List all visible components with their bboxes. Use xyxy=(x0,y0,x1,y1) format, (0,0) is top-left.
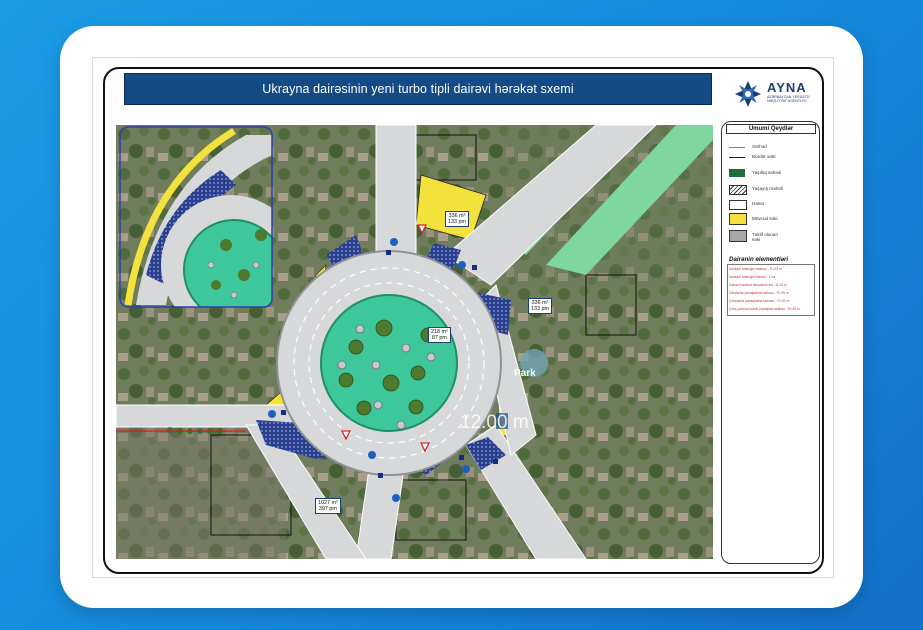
legend-label: Hasar xyxy=(752,201,765,206)
legend-label: Bordür xətti xyxy=(752,154,776,159)
legend-label: Yaşayış məhəli xyxy=(752,186,783,191)
drawing-title: Ukrayna dairəsinin yeni turbo tipli dair… xyxy=(124,73,712,105)
legend-label: Sərhəd xyxy=(752,144,767,149)
legend-swatch-curb xyxy=(729,157,745,158)
area-label-center: 218 m² 87 pm xyxy=(428,327,451,343)
logo-subtitle: AZƏRBAYCAN YERÜSTÜ NƏQLİYYAT AGENTLİYİ xyxy=(767,95,810,104)
legend-label: Yaşıllıq sahəsi xyxy=(752,170,782,175)
legend-label: Mövcud səki xyxy=(752,216,778,221)
roundabout-map xyxy=(116,125,713,559)
legend-swatch-sidewalk xyxy=(729,213,747,225)
legend-title: Ümumi Qeydlər xyxy=(726,124,816,134)
park-label: Park xyxy=(514,368,536,379)
elements-title: Dairənin elementləri xyxy=(729,256,789,263)
element-item: Dairəvi hərəkət hissəsinin eni - 8-10 m xyxy=(729,283,787,287)
legend-swatch-green xyxy=(729,169,745,177)
legend-swatch-border xyxy=(729,147,745,148)
distance-label: 12.00 m xyxy=(460,412,529,433)
element-item: Mərkəzi adacığın sahəsi - 1 ha xyxy=(729,275,776,279)
area-label-north: 336 m² 133 pm xyxy=(445,211,469,227)
element-item: Girişlərdə yavaşlatma radiusu - R=25 m xyxy=(729,291,789,295)
element-item: Çıxışlarda yavaşlatma radiusu - R=30 m xyxy=(729,299,790,303)
element-item: Çıxış yolunun kəsik yanaşma radiusu - R=… xyxy=(729,307,800,311)
area-label-east: 336 m² 133 pm xyxy=(528,298,552,314)
legend-swatch-residential xyxy=(729,185,747,195)
area-label-south: 1027 m² 397 pm xyxy=(315,498,341,514)
legend-label: Təklif olunan səki xyxy=(752,232,779,242)
legend-swatch-fence xyxy=(729,200,747,210)
legend-swatch-proposed xyxy=(729,230,747,242)
logo-name: AYNA xyxy=(767,80,807,95)
element-item: Mərkəzi adacığın radiusu - R=23 m xyxy=(729,267,782,271)
